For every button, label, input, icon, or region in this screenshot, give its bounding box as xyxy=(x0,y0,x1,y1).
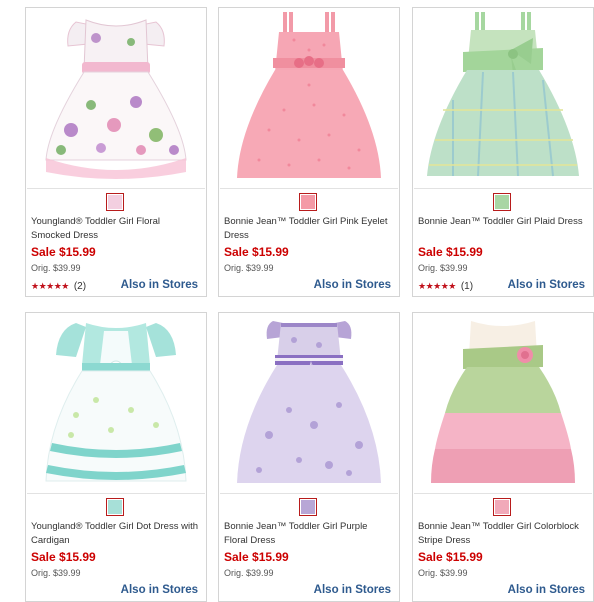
divider xyxy=(414,188,592,189)
color-swatch[interactable] xyxy=(299,498,317,516)
product-card-colorblock-stripe[interactable]: Bonnie Jean™ Toddler Girl Colorblock Str… xyxy=(412,312,594,602)
color-swatch[interactable] xyxy=(106,498,124,516)
color-swatch[interactable] xyxy=(493,193,511,211)
product-card-purple-floral[interactable]: Bonnie Jean™ Toddler Girl Purple Floral … xyxy=(218,312,400,602)
rating[interactable]: ★★★★★ (1) xyxy=(418,281,473,292)
pink-eyelet-dress-icon xyxy=(237,12,381,178)
color-swatch[interactable] xyxy=(106,193,124,211)
product-name[interactable]: Bonnie Jean™ Toddler Girl Plaid Dress xyxy=(418,215,587,229)
divider xyxy=(27,493,205,494)
dot-dress-cardigan-icon xyxy=(45,323,187,482)
divider xyxy=(220,493,398,494)
color-swatch[interactable] xyxy=(299,193,317,211)
also-in-stores-link[interactable]: Also in Stores xyxy=(508,584,585,596)
original-price: Orig. $39.99 xyxy=(418,263,468,273)
product-image[interactable] xyxy=(414,9,592,187)
rating-count[interactable]: (1) xyxy=(461,281,473,292)
product-image[interactable] xyxy=(220,314,398,492)
also-in-stores-link[interactable]: Also in Stores xyxy=(121,279,198,291)
sale-price: Sale $15.99 xyxy=(224,245,289,259)
sale-price: Sale $15.99 xyxy=(418,245,483,259)
rating[interactable]: ★★★★★ (2) xyxy=(31,281,86,292)
product-image[interactable] xyxy=(220,9,398,187)
sale-price: Sale $15.99 xyxy=(224,550,289,564)
product-card-plaid[interactable]: Bonnie Jean™ Toddler Girl Plaid Dress Sa… xyxy=(412,7,594,297)
product-image[interactable] xyxy=(27,9,205,187)
also-in-stores-link[interactable]: Also in Stores xyxy=(314,279,391,291)
product-name[interactable]: Bonnie Jean™ Toddler Girl Purple Floral … xyxy=(224,520,393,547)
original-price: Orig. $39.99 xyxy=(31,263,81,273)
plaid-dress-icon xyxy=(427,12,579,177)
sale-price: Sale $15.99 xyxy=(31,245,96,259)
rating-count[interactable]: (2) xyxy=(74,281,86,292)
star-rating-icon: ★★★★★ xyxy=(31,281,69,291)
color-swatch[interactable] xyxy=(493,498,511,516)
sale-price: Sale $15.99 xyxy=(31,550,96,564)
product-name[interactable]: Youngland® Toddler Girl Dot Dress with C… xyxy=(31,520,200,547)
divider xyxy=(414,493,592,494)
original-price: Orig. $39.99 xyxy=(224,568,274,578)
product-image[interactable] xyxy=(27,314,205,492)
product-name[interactable]: Bonnie Jean™ Toddler Girl Colorblock Str… xyxy=(418,520,587,547)
product-name[interactable]: Youngland® Toddler Girl Floral Smocked D… xyxy=(31,215,200,242)
product-card-floral-smocked[interactable]: Youngland® Toddler Girl Floral Smocked D… xyxy=(25,7,207,297)
colorblock-dress-icon xyxy=(431,321,575,483)
original-price: Orig. $39.99 xyxy=(31,568,81,578)
divider xyxy=(27,188,205,189)
purple-floral-dress-icon xyxy=(237,321,381,483)
also-in-stores-link[interactable]: Also in Stores xyxy=(121,584,198,596)
product-image[interactable] xyxy=(414,314,592,492)
star-rating-icon: ★★★★★ xyxy=(418,281,456,291)
divider xyxy=(220,188,398,189)
original-price: Orig. $39.99 xyxy=(224,263,274,273)
product-name[interactable]: Bonnie Jean™ Toddler Girl Pink Eyelet Dr… xyxy=(224,215,393,242)
floral-dress-icon xyxy=(45,19,187,179)
original-price: Orig. $39.99 xyxy=(418,568,468,578)
sale-price: Sale $15.99 xyxy=(418,550,483,564)
also-in-stores-link[interactable]: Also in Stores xyxy=(314,584,391,596)
also-in-stores-link[interactable]: Also in Stores xyxy=(508,279,585,291)
product-card-dot-cardigan[interactable]: Youngland® Toddler Girl Dot Dress with C… xyxy=(25,312,207,602)
product-card-pink-eyelet[interactable]: Bonnie Jean™ Toddler Girl Pink Eyelet Dr… xyxy=(218,7,400,297)
